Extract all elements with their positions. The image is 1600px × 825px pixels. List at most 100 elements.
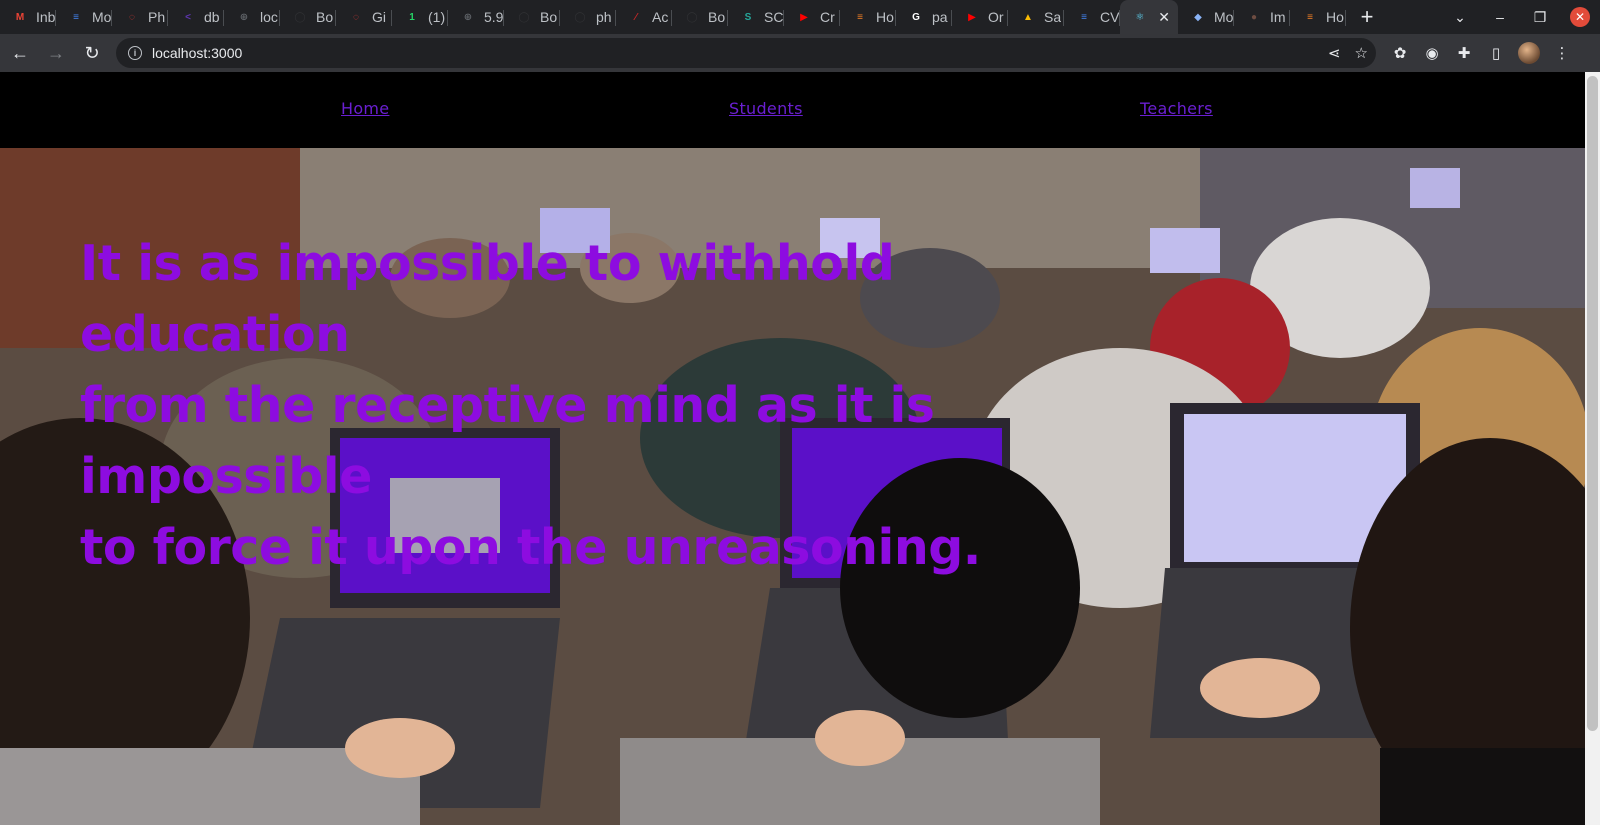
browser-tab[interactable]: ⊕ loc	[224, 0, 280, 34]
spinner-icon: ◌	[129, 11, 135, 23]
browser-tab[interactable]: ≡ Ho	[840, 0, 896, 34]
stackoverflow-icon: ≡	[857, 11, 863, 23]
tab-title: Mo	[1214, 9, 1234, 25]
tab-title: (1)	[428, 9, 446, 25]
hero-quote: It is as impossible to withhold educatio…	[80, 228, 1130, 583]
site-info-icon[interactable]: i	[128, 46, 142, 60]
browser-tab[interactable]: ◆ Mo	[1178, 0, 1234, 34]
extensions-area: ✿ ◉ ✚ ▯ ⋮	[1390, 42, 1572, 64]
browser-tab[interactable]: ◯ Bo	[504, 0, 560, 34]
react-icon: ⚛	[1135, 11, 1145, 23]
drive-icon: ▲	[1023, 11, 1033, 23]
browser-tab[interactable]: ≡ Mo	[56, 0, 112, 34]
browser-tab[interactable]: M Inb	[0, 0, 56, 34]
tab-title: Bo	[316, 9, 334, 25]
tab-title: Bo	[540, 9, 558, 25]
tab-title: SC	[764, 9, 784, 25]
browser-tab[interactable]: ◯ Bo	[280, 0, 336, 34]
share-icon: <	[185, 11, 191, 23]
back-button[interactable]: ←	[4, 37, 36, 69]
extensions-puzzle-icon[interactable]: ✚	[1454, 43, 1474, 63]
tab-title: CV	[1100, 9, 1120, 25]
nav-link-teachers[interactable]: Teachers	[1140, 99, 1213, 118]
window-controls: ⌄ – ❐ ✕	[1440, 0, 1600, 34]
tab-title: Gi	[372, 9, 386, 25]
tab-title: pa	[932, 9, 948, 25]
nav-link-students[interactable]: Students	[729, 99, 803, 118]
address-bar[interactable]: i localhost:3000 ⋖ ☆	[116, 38, 1376, 68]
spinner-icon: ◌	[353, 11, 359, 23]
share-icon[interactable]: ⋖	[1328, 44, 1341, 62]
browser-tab[interactable]: Gpa	[896, 0, 952, 34]
page-scrollbar[interactable]	[1585, 72, 1600, 825]
github-icon: ◯	[294, 11, 306, 23]
tab-title: ph	[596, 9, 612, 25]
eraser-icon: ◆	[1194, 11, 1202, 23]
hero-banner: It is as impossible to withhold educatio…	[0, 148, 1585, 825]
address-bar-actions: ⋖ ☆	[1328, 38, 1368, 68]
browser-tab[interactable]: < db	[168, 0, 224, 34]
page-viewport: Home Students Teachers It is as impossib…	[0, 72, 1600, 825]
quote-line-1: It is as impossible to withhold educatio…	[80, 235, 895, 363]
youtube-icon: ▶	[800, 11, 808, 23]
browser-tab[interactable]: ⚛ ✕	[1120, 0, 1178, 34]
whatsapp-icon: 1	[409, 11, 415, 23]
browser-tab[interactable]: S SC	[728, 0, 784, 34]
minimize-icon[interactable]: –	[1480, 0, 1520, 34]
bookmark-star-icon[interactable]: ☆	[1355, 44, 1368, 62]
tab-title: Or	[988, 9, 1004, 25]
stackoverflow-icon: ≡	[1307, 11, 1313, 23]
bolt-icon: ⁄	[635, 11, 637, 23]
tab-search-icon[interactable]: ⌄	[1440, 0, 1480, 34]
tab-title: Ho	[1326, 9, 1344, 25]
browser-tab[interactable]: ⁄ Ac	[616, 0, 672, 34]
menu-kebab-icon[interactable]: ⋮	[1552, 43, 1572, 63]
browser-tab[interactable]: ≡ CV	[1064, 0, 1120, 34]
profile-avatar[interactable]	[1518, 42, 1540, 64]
browser-tab-strip: M Inb ≡ Mo ◌ Ph < db ⊕ loc ◯ Bo ◌ Gi 1 (1) ⊕ 5.9 ◯ Bo ◯ ph ⁄ Ac…	[0, 0, 1600, 34]
new-tab-button[interactable]: +	[1352, 0, 1382, 34]
browser-tab[interactable]: ◯ ph	[560, 0, 616, 34]
quote-line-3: to force it upon the unreasoning.	[80, 519, 981, 576]
person-icon: ●	[1250, 11, 1258, 23]
gmail-icon: M	[15, 11, 25, 23]
browser-tab[interactable]: ● Im	[1234, 0, 1290, 34]
tab-title: Cr	[820, 9, 835, 25]
browser-tab[interactable]: ◌ Ph	[112, 0, 168, 34]
side-panel-icon[interactable]: ▯	[1486, 43, 1506, 63]
quote-line-2: from the receptive mind as it is impossi…	[80, 377, 935, 505]
forward-button[interactable]: →	[40, 37, 72, 69]
tab-title: Sa	[1044, 9, 1062, 25]
scrollbar-thumb[interactable]	[1587, 76, 1598, 731]
site-navbar: Home Students Teachers	[0, 72, 1585, 148]
tab-title: Inb	[36, 9, 56, 25]
youtube-icon: ▶	[968, 11, 976, 23]
browser-tab[interactable]: ⊕ 5.9	[448, 0, 504, 34]
browser-tab[interactable]: 1 (1)	[392, 0, 448, 34]
browser-tab[interactable]: ≡ Ho	[1290, 0, 1346, 34]
tab-title: Ph	[148, 9, 166, 25]
sc-icon: S	[744, 11, 752, 23]
globe-icon: ⊕	[463, 11, 473, 23]
close-tab-icon[interactable]: ✕	[1158, 9, 1170, 26]
browser-tab[interactable]: ▲ Sa	[1008, 0, 1064, 34]
color-picker-extension-icon[interactable]: ✿	[1390, 43, 1410, 63]
reload-button[interactable]: ↻	[76, 37, 108, 69]
nav-link-home[interactable]: Home	[341, 99, 389, 118]
docs-icon: ≡	[1081, 11, 1087, 23]
tab-list: M Inb ≡ Mo ◌ Ph < db ⊕ loc ◯ Bo ◌ Gi 1 (1) ⊕ 5.9 ◯ Bo ◯ ph ⁄ Ac…	[0, 0, 1346, 34]
url-text: localhost:3000	[152, 45, 243, 61]
browser-tab[interactable]: ▶ Cr	[784, 0, 840, 34]
browser-tab[interactable]: ◌ Gi	[336, 0, 392, 34]
google-icon: G	[912, 11, 920, 23]
screen-recorder-extension-icon[interactable]: ◉	[1422, 43, 1442, 63]
docs-icon: ≡	[73, 11, 79, 23]
close-window-button[interactable]: ✕	[1560, 0, 1600, 34]
tab-title: 5.9	[484, 9, 504, 25]
github-icon: ◯	[574, 11, 586, 23]
tab-title: Ho	[876, 9, 894, 25]
globe-icon: ⊕	[239, 11, 249, 23]
browser-tab[interactable]: ▶ Or	[952, 0, 1008, 34]
browser-tab[interactable]: ◯ Bo	[672, 0, 728, 34]
restore-icon[interactable]: ❐	[1520, 0, 1560, 34]
